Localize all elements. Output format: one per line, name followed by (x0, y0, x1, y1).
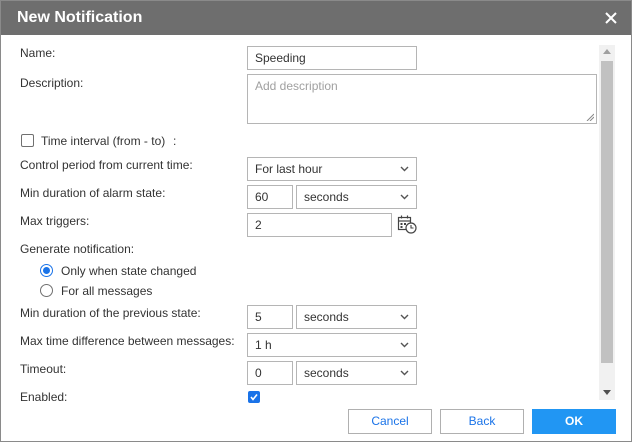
name-input-value: Speeding (255, 51, 306, 65)
checkmark-icon (250, 394, 258, 401)
control-period-value: For last hour (255, 162, 323, 176)
control-period-label: Control period from current time: (20, 158, 193, 172)
description-placeholder: Add description (255, 79, 338, 93)
time-interval-colon: : (173, 134, 177, 148)
new-notification-dialog: New Notification Name: Speeding Descript… (0, 0, 632, 442)
max-triggers-input[interactable]: 2 (247, 213, 392, 237)
back-button[interactable]: Back (440, 409, 524, 434)
scrollbar[interactable] (599, 45, 615, 400)
form-body: Name: Speeding Description: Add descript… (1, 35, 599, 404)
timeout-unit-select[interactable]: seconds (296, 361, 417, 385)
min-duration-alarm-unit: seconds (304, 190, 349, 204)
min-duration-prev-unit-select[interactable]: seconds (296, 305, 417, 329)
description-textarea[interactable]: Add description (247, 74, 597, 124)
chevron-down-icon (400, 370, 409, 376)
time-interval-checkbox[interactable] (21, 134, 34, 147)
max-time-diff-select[interactable]: 1 h (247, 333, 417, 357)
min-duration-prev-unit: seconds (304, 310, 349, 324)
min-duration-alarm-label: Min duration of alarm state: (20, 186, 166, 200)
ok-button[interactable]: OK (532, 409, 616, 434)
control-period-select[interactable]: For last hour (247, 157, 417, 181)
timeout-value: 0 (255, 366, 262, 380)
radio-only-when-state-changed[interactable] (40, 264, 53, 277)
chevron-down-icon (400, 342, 409, 348)
max-time-diff-value: 1 h (255, 338, 272, 352)
timeout-unit: seconds (304, 366, 349, 380)
chevron-down-icon (400, 314, 409, 320)
radio-only-when-state-changed-label: Only when state changed (61, 264, 197, 278)
dialog-titlebar: New Notification (1, 1, 631, 35)
chevron-down-icon (400, 194, 409, 200)
max-triggers-value: 2 (255, 218, 262, 232)
radio-for-all-messages-label: For all messages (61, 284, 153, 298)
max-triggers-label: Max triggers: (20, 214, 90, 228)
enabled-checkbox[interactable] (248, 391, 260, 403)
max-time-diff-label: Max time difference between messages: (20, 334, 235, 348)
min-duration-prev-input[interactable]: 5 (247, 305, 293, 329)
enabled-label: Enabled: (20, 390, 68, 404)
min-duration-alarm-unit-select[interactable]: seconds (296, 185, 417, 209)
resize-grip-icon[interactable] (586, 113, 594, 121)
description-label: Description: (20, 76, 84, 90)
timeout-input[interactable]: 0 (247, 361, 293, 385)
min-duration-alarm-value: 60 (255, 190, 269, 204)
scroll-up-arrow-icon[interactable] (603, 49, 611, 54)
timeout-label: Timeout: (20, 362, 67, 376)
radio-for-all-messages[interactable] (40, 284, 53, 297)
scrollbar-thumb[interactable] (601, 61, 613, 363)
time-interval-label: Time interval (from - to) (41, 134, 166, 148)
generate-notification-label: Generate notification: (20, 242, 135, 256)
chevron-down-icon (400, 166, 409, 172)
min-duration-alarm-input[interactable]: 60 (247, 185, 293, 209)
calendar-clock-icon[interactable] (397, 214, 417, 234)
dialog-title: New Notification (17, 9, 143, 26)
close-icon[interactable] (601, 8, 621, 28)
scroll-down-arrow-icon[interactable] (603, 390, 611, 395)
min-duration-prev-value: 5 (255, 310, 262, 324)
cancel-button[interactable]: Cancel (348, 409, 432, 434)
min-duration-prev-label: Min duration of the previous state: (20, 306, 201, 320)
name-label: Name: (20, 46, 56, 60)
name-input[interactable]: Speeding (247, 46, 417, 70)
